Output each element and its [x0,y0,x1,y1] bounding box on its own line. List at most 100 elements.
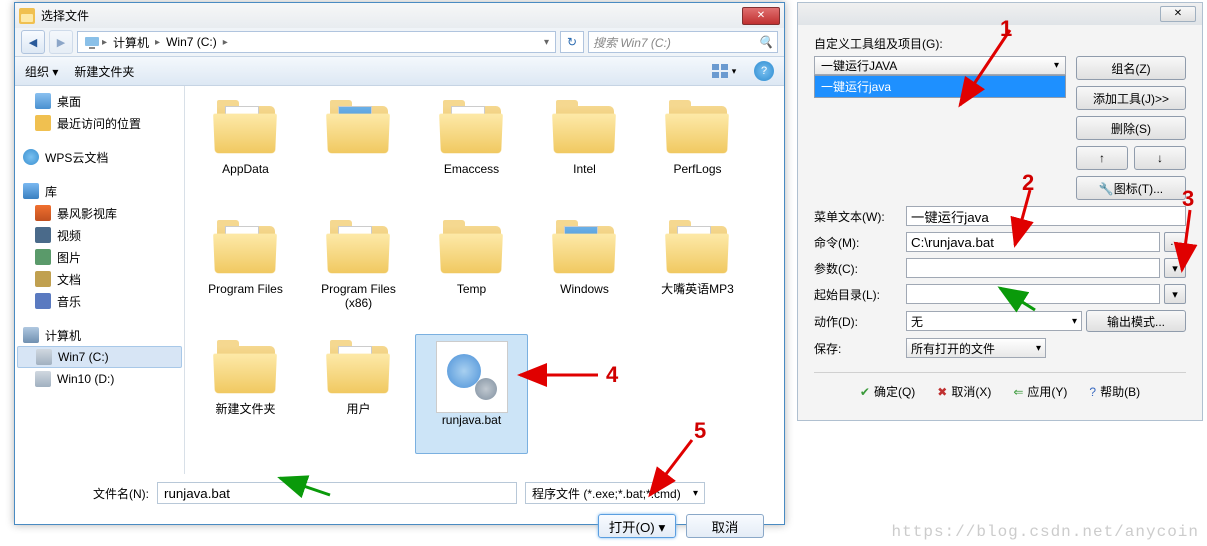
organize-menu[interactable]: 组织 ▾ [25,63,58,80]
move-down-button[interactable]: ↓ [1134,146,1186,170]
sidebar-item-pictures[interactable]: 图片 [15,246,184,268]
command-input[interactable] [906,232,1160,252]
save-combo[interactable]: 所有打开的文件▾ [906,338,1046,358]
folder-label: Program Files [208,282,283,296]
sidebar-item-libraries[interactable]: 库 [15,180,184,202]
folder-newfolder[interactable]: 新建文件夹 [189,334,302,454]
folder-temp[interactable]: Temp [415,214,528,334]
action-combo[interactable]: 无▾ [906,311,1082,331]
folder-dazui-mp3[interactable]: 大嘴英语MP3 [641,214,754,334]
sidebar-item-win10-drive[interactable]: Win10 (D:) [15,368,184,390]
bat-file-icon [436,341,508,413]
folder-emaccess[interactable]: Emaccess [415,94,528,214]
titlebar: ✕ [798,3,1202,25]
sidebar-item-win7-drive[interactable]: Win7 (C:) [17,346,182,368]
folder-icon [211,220,281,278]
folder-program-files-x86[interactable]: Program Files (x86) [302,214,415,334]
file-runjava-bat[interactable]: runjava.bat [415,334,528,454]
folder-label: 大嘴英语MP3 [661,282,734,296]
refresh-button[interactable]: ↻ [560,31,584,53]
folder-label: Temp [457,282,486,296]
sidebar-item-video[interactable]: 视频 [15,224,184,246]
help-button[interactable]: ?帮助(B) [1089,383,1140,400]
close-button[interactable]: ✕ [742,7,780,25]
startdir-label: 起始目录(L): [814,286,902,303]
sidebar-item-computer[interactable]: 计算机 [15,324,184,346]
action-label: 动作(D): [814,313,902,330]
forward-button[interactable]: ▶ [49,30,73,54]
folder-perflogs[interactable]: PerfLogs [641,94,754,214]
folder-label: Windows [560,282,609,296]
sidebar-item-documents[interactable]: 文档 [15,268,184,290]
output-mode-button[interactable]: 输出模式... [1086,310,1186,332]
sidebar-label: Win7 (C:) [58,350,109,364]
ok-button[interactable]: ✔确定(Q) [860,383,915,400]
back-button[interactable]: ◀ [21,30,45,54]
icon-button[interactable]: 🔧图标(T)... [1076,176,1186,200]
close-button[interactable]: ✕ [1160,6,1196,22]
chevron-right-icon: ▸ [153,37,162,48]
combo-value: 无 [911,313,923,330]
computer-icon [82,34,98,50]
app-icon [19,8,35,24]
chevron-down-icon[interactable]: ▾ [542,37,551,48]
browse-command-button[interactable]: ... [1164,232,1186,252]
folder-icon [437,220,507,278]
filetype-combo[interactable]: 程序文件 (*.exe;*.bat;*.cmd)▾ [525,482,705,504]
tool-listbox[interactable]: 一键运行java [814,75,1066,98]
library-icon [23,183,39,199]
open-button[interactable]: 打开(O) ▾ [598,514,676,538]
folder-icon [663,220,733,278]
folder-icon [211,100,281,158]
search-input[interactable]: 搜索 Win7 (C:) 🔍 [588,31,778,53]
sidebar-item-music[interactable]: 音乐 [15,290,184,312]
menu-text-label: 菜单文本(W): [814,208,902,225]
group-name-button[interactable]: 组名(Z) [1076,56,1186,80]
navbar: ◀ ▶ ▸ 计算机 ▸ Win7 (C:) ▸ ▾ ↻ 搜索 Win7 (C:)… [15,28,784,56]
filename-input[interactable] [157,482,517,504]
sidebar-label: 暴风影视库 [57,205,117,222]
new-folder-button[interactable]: 新建文件夹 [74,63,134,80]
apply-button[interactable]: ⇐应用(Y) [1013,383,1067,400]
folder-intel[interactable]: Intel [528,94,641,214]
sidebar-item-recent[interactable]: 最近访问的位置 [15,112,184,134]
sidebar-label: 计算机 [45,327,81,344]
folder-program-files[interactable]: Program Files [189,214,302,334]
search-placeholder: 搜索 Win7 (C:) [593,34,671,51]
folder-windows[interactable]: Windows [528,214,641,334]
document-icon [35,271,51,287]
sidebar-label: Win10 (D:) [57,372,114,386]
sidebar-item-baofeng[interactable]: 暴风影视库 [15,202,184,224]
param-input[interactable] [906,258,1160,278]
move-up-button[interactable]: ↑ [1076,146,1128,170]
add-tool-button[interactable]: 添加工具(J)>> [1076,86,1186,110]
startdir-menu-button[interactable]: ▾ [1164,284,1186,304]
chevron-right-icon: ▸ [221,37,230,48]
menu-text-input[interactable] [906,206,1186,226]
delete-button[interactable]: 删除(S) [1076,116,1186,140]
group-combo[interactable]: 一键运行JAVA▾ [814,56,1066,75]
help-button[interactable]: ? [754,61,774,81]
cloud-icon [23,149,39,165]
titlebar: 选择文件 ✕ [15,3,784,28]
view-mode-button[interactable]: ▾ [710,60,738,82]
folder-item[interactable] [302,94,415,214]
breadcrumb-drive[interactable]: Win7 (C:) [164,35,219,49]
tool-config-dialog: ✕ 自定义工具组及项目(G): 一键运行JAVA▾ 一键运行java 组名(Z)… [797,2,1203,421]
startdir-input[interactable] [906,284,1160,304]
breadcrumb-computer[interactable]: 计算机 [111,34,151,51]
folder-icon [550,100,620,158]
param-menu-button[interactable]: ▾ [1164,258,1186,278]
list-item[interactable]: 一键运行java [815,76,1065,97]
folder-appdata[interactable]: AppData [189,94,302,214]
watermark: https://blog.csdn.net/anycoin [892,523,1199,541]
breadcrumb[interactable]: ▸ 计算机 ▸ Win7 (C:) ▸ ▾ [77,31,556,53]
file-label: runjava.bat [442,413,501,427]
filename-label: 文件名(N): [89,485,149,502]
cancel-button[interactable]: ✖取消(X) [937,383,991,400]
cancel-button[interactable]: 取消 [686,514,764,538]
sidebar-item-wps[interactable]: WPS云文档 [15,146,184,168]
sidebar-item-desktop[interactable]: 桌面 [15,90,184,112]
folder-user[interactable]: 用户 [302,334,415,454]
folder-label: AppData [222,162,269,176]
